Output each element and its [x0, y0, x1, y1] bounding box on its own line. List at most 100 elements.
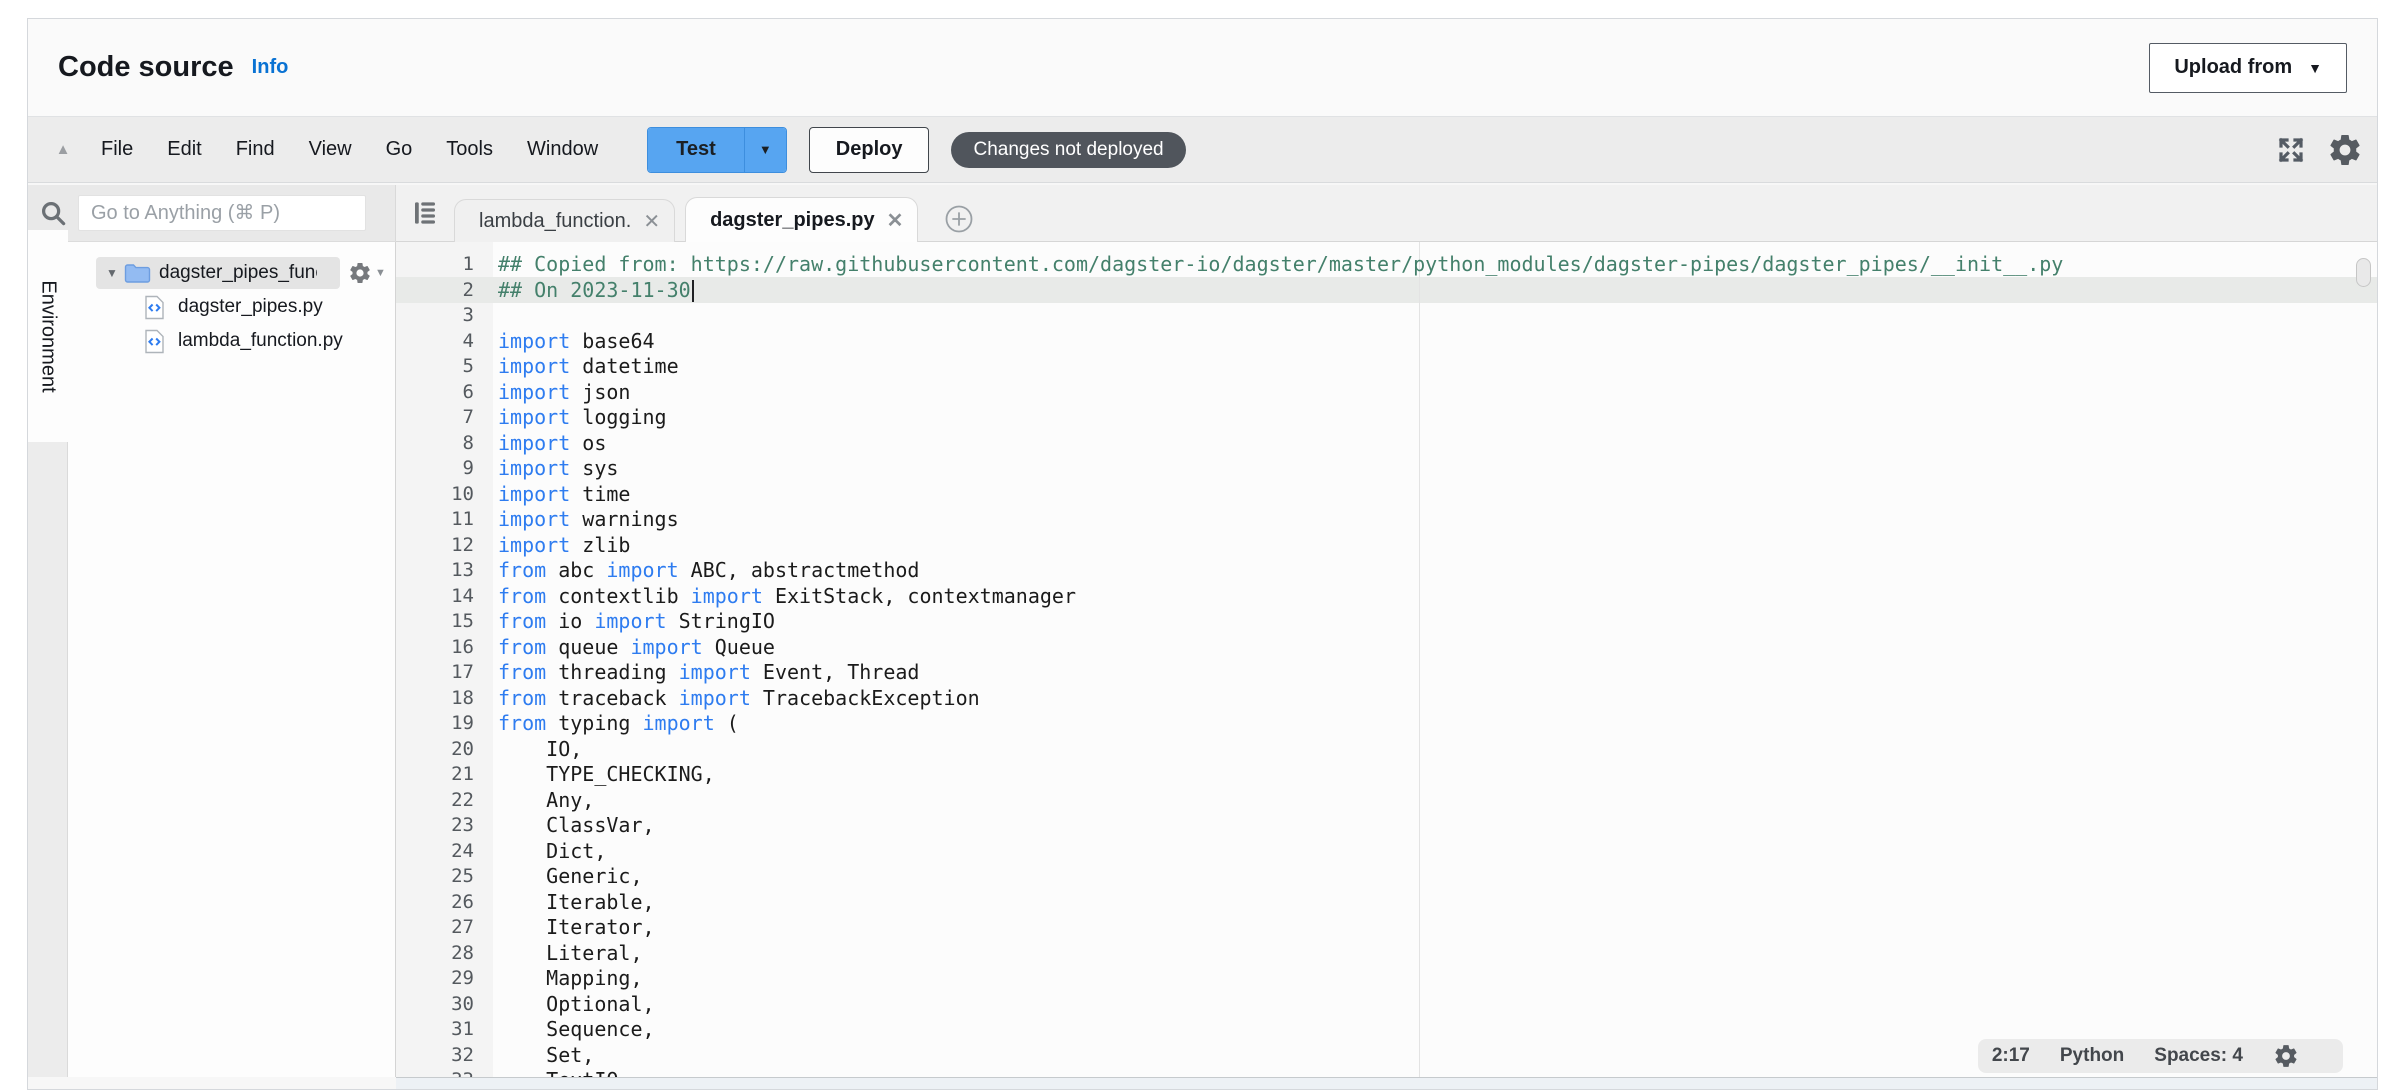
code-line: Generic, [498, 864, 2063, 890]
code-line: import base64 [498, 329, 2063, 355]
language-mode[interactable]: Python [2060, 1045, 2124, 1067]
code-content: ## Copied from: https://raw.githubuserco… [498, 252, 2063, 1077]
editor-tabbar: lambda_function. ✕ dagster_pipes.py ✕ [396, 185, 2377, 242]
editor-area: lambda_function. ✕ dagster_pipes.py ✕ [396, 185, 2377, 1089]
code-line: import logging [498, 405, 2063, 431]
code-line: Dict, [498, 839, 2063, 865]
tabs-container: lambda_function. ✕ dagster_pipes.py ✕ [454, 197, 974, 242]
fullscreen-icon[interactable] [2275, 134, 2307, 166]
upload-from-label: Upload from [2174, 56, 2292, 79]
text-cursor [692, 280, 694, 302]
tab-label: lambda_function. [479, 210, 631, 233]
code-line: Mapping, [498, 966, 2063, 992]
code-line: import warnings [498, 507, 2063, 533]
menu-find[interactable]: Find [219, 138, 292, 161]
statusbar-gear-icon[interactable] [2273, 1043, 2299, 1069]
chevron-down-icon[interactable]: ▼ [102, 266, 122, 280]
editor-bottom-strip [396, 1077, 2377, 1089]
panel-body: Environment ▼ dagster_pipes_funct [28, 185, 2377, 1089]
code-line: Any, [498, 788, 2063, 814]
tree-row-file[interactable]: lambda_function.py [68, 324, 395, 358]
caret-down-icon: ▼ [759, 142, 772, 157]
file-name: lambda_function.py [178, 330, 343, 352]
code-line: Sequence, [498, 1017, 2063, 1043]
code-line: import zlib [498, 533, 2063, 559]
tab-lambda-function[interactable]: lambda_function. ✕ [454, 199, 675, 242]
cursor-position[interactable]: 2:17 [1992, 1045, 2030, 1067]
code-line: import json [498, 380, 2063, 406]
close-icon[interactable]: ✕ [643, 209, 660, 234]
folder-icon [124, 263, 151, 284]
code-line: from traceback import TracebackException [498, 686, 2063, 712]
test-button[interactable]: Test [648, 128, 744, 172]
upload-from-button[interactable]: Upload from ▼ [2149, 43, 2347, 93]
menu-file[interactable]: File [84, 138, 150, 161]
tab-list-icon[interactable] [410, 198, 440, 228]
caret-down-icon: ▼ [2308, 60, 2322, 76]
file-tree: ▼ dagster_pipes_funct ▼ [68, 242, 396, 1077]
page-title: Code source [58, 51, 234, 84]
menu-go[interactable]: Go [369, 138, 430, 161]
code-line: import datetime [498, 354, 2063, 380]
code-line: Iterator, [498, 915, 2063, 941]
code-editor-surface[interactable]: 1234567891011121314151617181920212223242… [396, 242, 2377, 1077]
panel-header: Code source Info Upload from ▼ [28, 19, 2377, 116]
tab-label: dagster_pipes.py [710, 209, 875, 232]
collapse-panel-icon[interactable]: ▲ [42, 141, 84, 158]
folder-row-selected[interactable]: ▼ dagster_pipes_funct [96, 257, 340, 289]
code-line: import os [498, 431, 2063, 457]
deploy-status-badge: Changes not deployed [951, 132, 1185, 168]
menu-view[interactable]: View [292, 138, 369, 161]
code-line: from abc import ABC, abstractmethod [498, 558, 2063, 584]
code-line: ## On 2023-11-30 [498, 278, 2063, 304]
menu-tools[interactable]: Tools [429, 138, 510, 161]
editor-statusbar: 2:17 Python Spaces: 4 [1978, 1039, 2343, 1073]
folder-name: dagster_pipes_funct [159, 262, 317, 284]
test-dropdown-button[interactable]: ▼ [744, 128, 786, 172]
code-line: ClassVar, [498, 813, 2063, 839]
code-line: ## Copied from: https://raw.githubuserco… [498, 252, 2063, 278]
tree-row-file[interactable]: dagster_pipes.py [68, 290, 395, 324]
code-line: from io import StringIO [498, 609, 2063, 635]
code-line: from contextlib import ExitStack, contex… [498, 584, 2063, 610]
environment-tab[interactable]: Environment [28, 230, 68, 442]
code-line: from queue import Queue [498, 635, 2063, 661]
code-line: from threading import Event, Thread [498, 660, 2063, 686]
test-button-group: Test ▼ [647, 127, 787, 173]
vertical-scrollbar[interactable] [2356, 258, 2371, 287]
menu-edit[interactable]: Edit [150, 138, 218, 161]
code-line: Set, [498, 1043, 2063, 1069]
line-numbers: 1234567891011121314151617181920212223242… [396, 252, 474, 1077]
menu-window[interactable]: Window [510, 138, 615, 161]
tab-dagster-pipes[interactable]: dagster_pipes.py ✕ [685, 197, 918, 242]
go-to-anything-input[interactable] [78, 195, 366, 231]
code-line [498, 303, 2063, 329]
code-line: TYPE_CHECKING, [498, 762, 2063, 788]
code-line: Optional, [498, 992, 2063, 1018]
code-line: Iterable, [498, 890, 2063, 916]
file-name: dagster_pipes.py [178, 296, 323, 318]
code-line: import time [498, 482, 2063, 508]
code-line: import sys [498, 456, 2063, 482]
code-line: from typing import ( [498, 711, 2063, 737]
tree-settings-gear-icon[interactable] [348, 261, 372, 285]
new-tab-plus-icon[interactable] [944, 204, 974, 234]
info-link[interactable]: Info [252, 56, 289, 79]
settings-gear-icon[interactable] [2327, 132, 2363, 168]
deploy-button[interactable]: Deploy [809, 127, 930, 173]
code-line: IO, [498, 737, 2063, 763]
editor-menubar: ▲ File Edit Find View Go Tools Window Te… [28, 116, 2377, 183]
code-file-icon [144, 329, 165, 354]
code-file-icon [144, 295, 165, 320]
caret-down-icon[interactable]: ▼ [375, 267, 386, 279]
sidebar-tab-strip: Environment [28, 242, 68, 1077]
search-icon [38, 198, 68, 228]
code-line: TextIO [498, 1068, 2063, 1077]
tree-row-folder: ▼ dagster_pipes_funct ▼ [68, 256, 395, 290]
spaces-setting[interactable]: Spaces: 4 [2154, 1045, 2243, 1067]
code-source-panel: Code source Info Upload from ▼ ▲ File Ed… [27, 18, 2378, 1090]
environment-tab-label: Environment [37, 280, 60, 392]
close-icon[interactable]: ✕ [887, 208, 904, 233]
code-line: Literal, [498, 941, 2063, 967]
search-row [28, 185, 396, 242]
